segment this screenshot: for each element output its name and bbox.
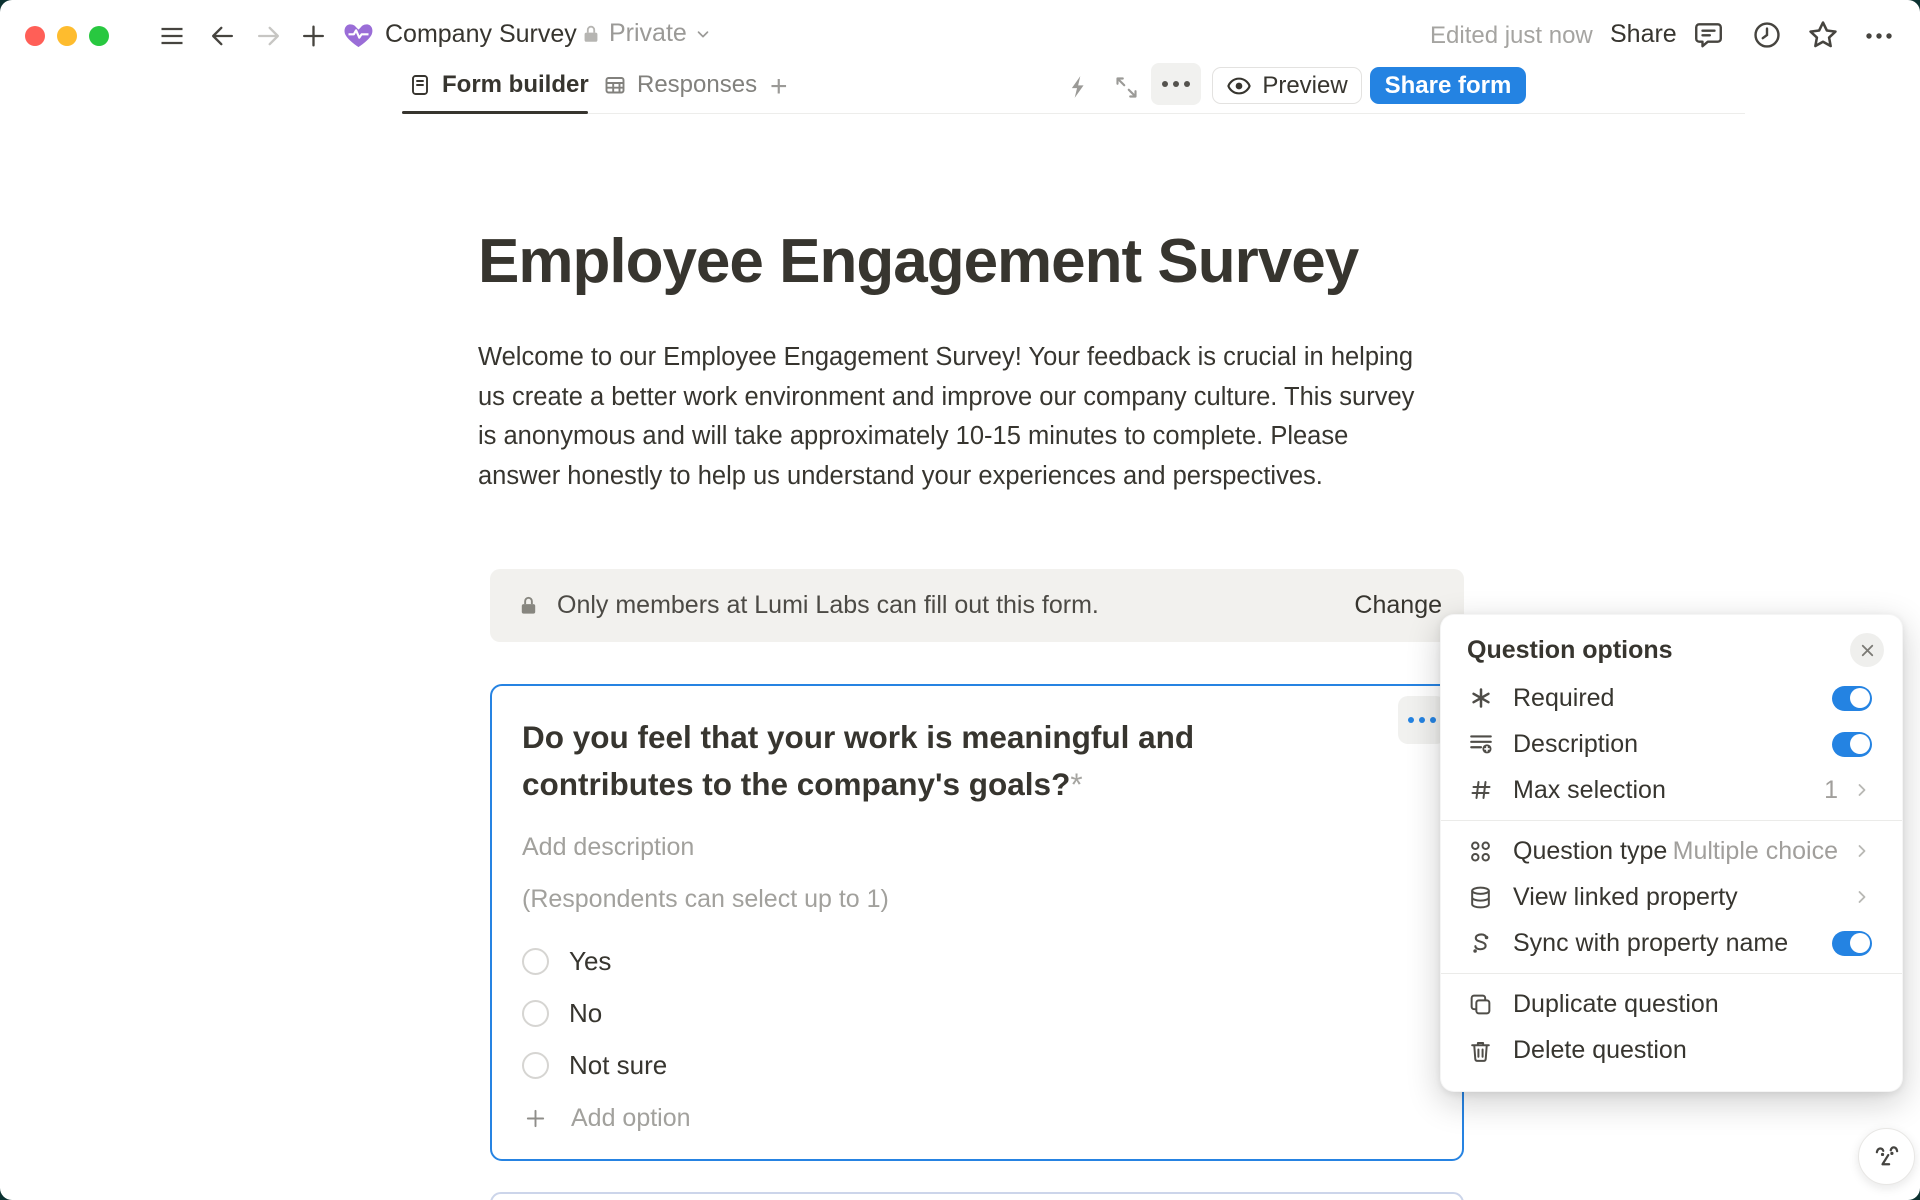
sync-icon xyxy=(1468,931,1493,956)
preview-label: Preview xyxy=(1262,72,1347,100)
option-row[interactable]: Not sure xyxy=(522,1050,667,1081)
chevron-right-icon xyxy=(1852,841,1872,861)
divider xyxy=(1441,973,1902,974)
access-notice-bar: Only members at Lumi Labs can fill out t… xyxy=(490,569,1464,642)
option-row[interactable]: Yes xyxy=(522,946,611,977)
hamburger-icon[interactable] xyxy=(157,22,187,50)
traffic-zoom-button[interactable] xyxy=(89,26,109,46)
add-option-button[interactable]: Add option xyxy=(524,1104,691,1133)
menu-item-view-linked-property[interactable]: View linked property xyxy=(1451,874,1892,920)
share-form-button[interactable]: Share form xyxy=(1370,67,1526,104)
tab-label: Form builder xyxy=(442,71,589,99)
active-tab-underline xyxy=(402,111,588,114)
option-label: Not sure xyxy=(569,1050,667,1081)
tab-responses[interactable]: Responses xyxy=(603,71,757,99)
notion-ai-button[interactable] xyxy=(1858,1128,1915,1185)
back-icon[interactable] xyxy=(208,22,237,50)
question-card[interactable]: Do you feel that your work is meaningful… xyxy=(490,684,1464,1161)
menu-item-delete-question[interactable]: Delete question xyxy=(1451,1027,1892,1073)
lock-icon xyxy=(517,593,540,618)
form-doc-icon xyxy=(408,72,432,98)
chevron-right-icon xyxy=(1852,780,1872,800)
description-toggle[interactable] xyxy=(1832,732,1872,757)
share-button[interactable]: Share xyxy=(1610,20,1677,49)
radio-icon[interactable] xyxy=(522,1000,549,1027)
menu-item-question-type[interactable]: Question type Multiple choice xyxy=(1451,828,1892,874)
option-label: Yes xyxy=(569,946,611,977)
edited-status: Edited just now xyxy=(1430,22,1593,50)
chevron-right-icon xyxy=(1852,887,1872,907)
radio-icon[interactable] xyxy=(522,1052,549,1079)
ellipsis-icon[interactable] xyxy=(1862,22,1896,50)
menu-item-description[interactable]: Description xyxy=(1451,721,1892,767)
history-icon[interactable] xyxy=(1751,19,1783,51)
option-row[interactable]: No xyxy=(522,998,602,1029)
plus-icon xyxy=(524,1107,547,1130)
forward-icon[interactable] xyxy=(254,22,283,50)
eye-icon xyxy=(1226,73,1252,99)
privacy-label: Private xyxy=(609,19,687,48)
preview-button[interactable]: Preview xyxy=(1212,67,1362,104)
popup-title: Question options xyxy=(1467,636,1850,665)
lightning-icon[interactable] xyxy=(1066,73,1092,101)
tab-label: Responses xyxy=(637,71,757,99)
description-icon xyxy=(1468,731,1494,757)
sync-property-toggle[interactable] xyxy=(1832,931,1872,956)
lock-icon xyxy=(580,22,602,46)
add-option-label: Add option xyxy=(571,1104,691,1133)
menu-item-max-selection[interactable]: Max selection 1 xyxy=(1451,767,1892,813)
add-tab-button[interactable]: + xyxy=(770,70,788,104)
popup-close-button[interactable] xyxy=(1850,633,1884,667)
radio-icon[interactable] xyxy=(522,948,549,975)
notion-ai-face-icon xyxy=(1871,1141,1903,1173)
access-notice-text: Only members at Lumi Labs can fill out t… xyxy=(557,591,1337,620)
hash-icon xyxy=(1469,778,1493,802)
comment-icon[interactable] xyxy=(1692,19,1725,51)
star-icon[interactable] xyxy=(1806,18,1840,52)
required-mark: * xyxy=(1070,766,1082,802)
selection-hint: (Respondents can select up to 1) xyxy=(522,885,889,914)
close-icon xyxy=(1858,641,1877,660)
database-icon xyxy=(1468,885,1493,910)
trash-icon xyxy=(1468,1038,1493,1063)
menu-item-required[interactable]: Required xyxy=(1451,675,1892,721)
divider xyxy=(1441,820,1902,821)
more-options-button[interactable] xyxy=(1151,63,1201,105)
question-type-icon xyxy=(1468,839,1493,864)
menu-item-sync-property-name[interactable]: Sync with property name xyxy=(1451,920,1892,966)
change-access-button[interactable]: Change xyxy=(1354,591,1442,620)
app-window: Company Survey Private Edited just now S… xyxy=(0,0,1920,1200)
traffic-minimize-button[interactable] xyxy=(57,26,77,46)
page-title[interactable]: Company Survey xyxy=(385,20,577,49)
question-title[interactable]: Do you feel that your work is meaningful… xyxy=(522,714,1352,808)
tab-form-builder[interactable]: Form builder xyxy=(408,71,589,99)
form-title[interactable]: Employee Engagement Survey xyxy=(478,226,1358,297)
required-toggle[interactable] xyxy=(1832,686,1872,711)
table-icon xyxy=(603,72,627,98)
privacy-control[interactable]: Private xyxy=(580,19,712,48)
menu-item-duplicate-question[interactable]: Duplicate question xyxy=(1451,981,1892,1027)
duplicate-icon xyxy=(1468,992,1493,1017)
option-label: No xyxy=(569,998,602,1029)
traffic-close-button[interactable] xyxy=(25,26,45,46)
chevron-down-icon xyxy=(694,25,712,43)
question-description-placeholder[interactable]: Add description xyxy=(522,833,694,862)
question-more-button[interactable] xyxy=(1398,696,1446,744)
expand-icon[interactable] xyxy=(1113,74,1140,101)
asterisk-icon xyxy=(1469,686,1493,710)
next-question-card[interactable] xyxy=(490,1192,1464,1200)
heart-pulse-icon[interactable] xyxy=(342,19,375,51)
question-options-popup: Question options Required Description Ma… xyxy=(1440,614,1903,1092)
plus-icon[interactable] xyxy=(299,22,328,50)
tabbar-divider xyxy=(402,113,1745,114)
form-description[interactable]: Welcome to our Employee Engagement Surve… xyxy=(478,338,1430,496)
